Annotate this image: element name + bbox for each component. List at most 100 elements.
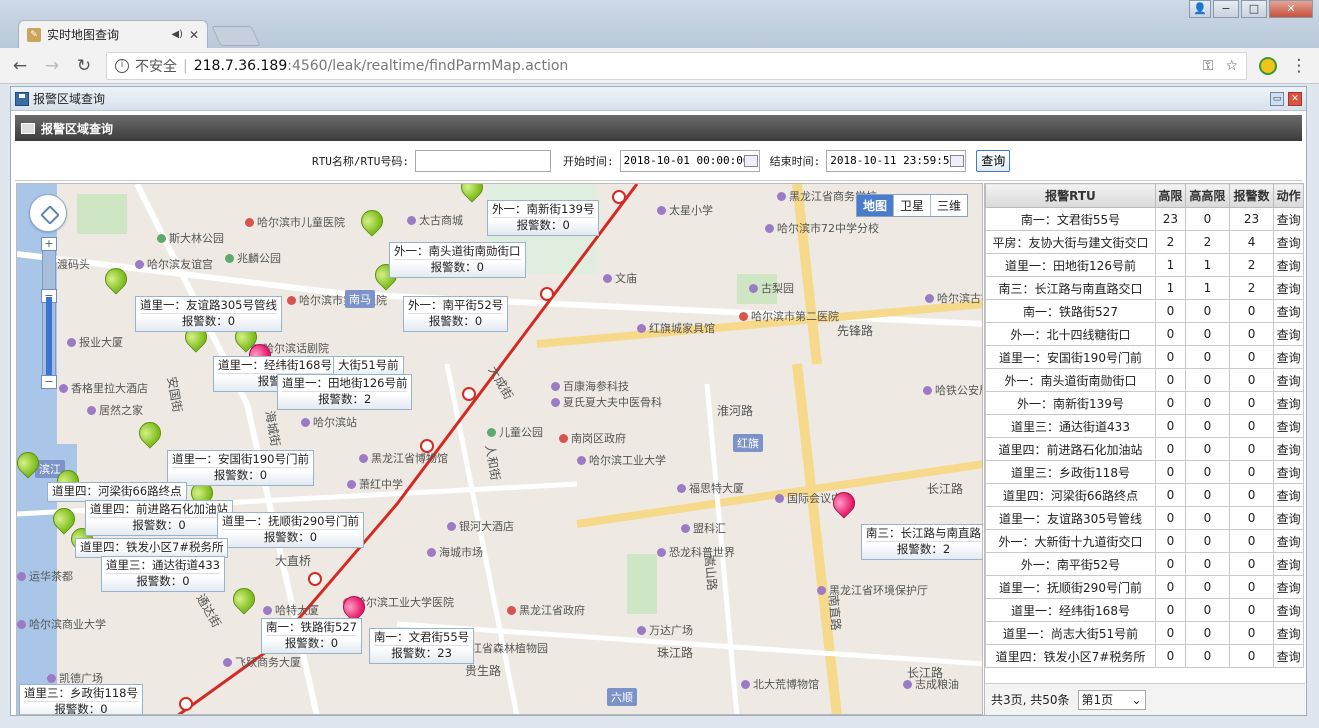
forward-icon[interactable]: → <box>42 56 62 76</box>
query-action-link[interactable]: 查询 <box>1273 621 1304 645</box>
close-icon[interactable]: ✕ <box>1288 91 1302 106</box>
map-type-3d[interactable]: 三维 <box>931 195 967 216</box>
rtu-info-tooltip[interactable]: 道里一：抚顺街290号门前 报警数：0 <box>217 512 364 548</box>
map-canvas[interactable]: 太古商城 哈尔滨市儿童医院 斯大林公园 哈尔滨友谊宫 兆麟公园 哈尔滨市第一医院 报业大厦哈… <box>16 183 983 715</box>
rtu-input[interactable] <box>414 149 551 172</box>
map-place-label: 黑龙江省政府 <box>507 602 585 618</box>
query-action-link[interactable]: 查询 <box>1273 483 1304 507</box>
calendar-icon[interactable] <box>743 154 758 167</box>
alarm-rtu-panel: 报警RTU 高限 高高限 报警数 动作 南一：文君街55号 23 0 23 查询 平房：友协大街与… <box>984 183 1305 715</box>
zoom-slider[interactable]: + − − <box>41 237 57 389</box>
rtu-marker-icon[interactable] <box>17 447 44 482</box>
user-icon[interactable]: 👤 <box>1189 0 1211 18</box>
page-select[interactable]: 第1页 ⌄ <box>1077 689 1146 710</box>
query-action-link[interactable]: 查询 <box>1273 299 1304 323</box>
table-cell: 2 <box>1155 230 1186 254</box>
rtu-info-tooltip[interactable]: 道里一：田地街126号前 报警数：2 <box>277 374 413 410</box>
query-action-link[interactable]: 查询 <box>1273 391 1304 415</box>
pan-control-icon[interactable] <box>29 194 67 232</box>
rtu-info-tooltip[interactable]: 道里三：乡政街118号 报警数：0 <box>19 684 143 714</box>
rtu-info-tooltip[interactable]: 南一：文君街55号 报警数：23 <box>369 628 475 664</box>
end-time-input[interactable] <box>826 149 967 172</box>
tooltip-rtu-name: 道里一：友谊路305号管线 <box>140 298 277 312</box>
bookmark-star-icon[interactable]: ☆ <box>1225 58 1238 74</box>
rtu-marker-icon[interactable] <box>100 263 132 298</box>
query-action-link[interactable]: 查询 <box>1273 552 1304 576</box>
rtu-info-tooltip[interactable]: 道里一：安国街190号门前 报警数：0 <box>167 450 314 486</box>
rtu-info-tooltip[interactable]: 外一：南新街139号 报警数：0 <box>487 200 600 236</box>
query-action-link[interactable]: 查询 <box>1273 322 1304 346</box>
minimize-button[interactable]: − <box>1213 0 1239 18</box>
query-action-link[interactable]: 查询 <box>1273 644 1304 668</box>
query-action-link[interactable]: 查询 <box>1273 437 1304 461</box>
query-button[interactable]: 查询 <box>976 149 1011 172</box>
table-cell: 0 <box>1228 322 1275 346</box>
tooltip-rtu-name: 道里一：经纬街168号 <box>218 358 332 372</box>
table-cell: 2 <box>1184 230 1230 254</box>
rtu-marker-icon[interactable] <box>228 583 260 618</box>
rtu-info-tooltip[interactable]: 道里一：友谊路305号管线 报警数：0 <box>135 296 282 332</box>
table-cell: 0 <box>1155 437 1186 461</box>
query-action-link[interactable]: 查询 <box>1273 414 1304 438</box>
tooltip-alarm-count: 报警数：0 <box>394 259 521 275</box>
query-action-link[interactable]: 查询 <box>1273 207 1304 231</box>
alarm-marker-icon[interactable] <box>828 487 860 522</box>
query-action-link[interactable]: 查询 <box>1273 506 1304 530</box>
extension-icon[interactable] <box>1259 56 1277 75</box>
map-type-satellite[interactable]: 卫星 <box>894 195 931 216</box>
table-cell: 0 <box>1155 529 1186 553</box>
menu-kebab-icon[interactable]: ⋮ <box>1289 56 1309 76</box>
rtu-info-tooltip[interactable]: 外一：南平街52号 报警数：0 <box>403 296 509 332</box>
url-field[interactable]: i 不安全 | 218.7.36.189:4560/leak/realtime/… <box>106 51 1247 80</box>
query-action-link[interactable]: 查询 <box>1273 230 1304 254</box>
back-icon[interactable]: ← <box>10 56 30 76</box>
tab-close-icon[interactable]: ✕ <box>189 28 199 42</box>
rtu-marker-icon[interactable] <box>134 417 166 452</box>
tooltip-rtu-name: 外一：南头道街南勋街口 <box>394 244 521 258</box>
key-icon[interactable]: ⚿ <box>1203 58 1214 74</box>
map-place-label: 文庙 <box>603 270 637 286</box>
rtu-marker-icon[interactable] <box>456 184 488 206</box>
table-row: 道里四：前进路石化加油站 0 0 0 查询 <box>985 437 1304 461</box>
map-place-label: 古梨园 <box>749 280 794 296</box>
table-cell: 外一：南新街139号 <box>985 391 1156 415</box>
rtu-marker-icon[interactable] <box>356 205 388 240</box>
restore-icon[interactable]: ▭ <box>1270 91 1284 106</box>
query-action-link[interactable]: 查询 <box>1273 368 1304 392</box>
query-action-link[interactable]: 查询 <box>1273 460 1304 484</box>
query-action-link[interactable]: 查询 <box>1273 345 1304 369</box>
query-action-link[interactable]: 查询 <box>1273 598 1304 622</box>
rtu-info-tooltip[interactable]: 道里四：河梁街66路终点 <box>47 482 187 502</box>
tab-audio-icon[interactable]: ◀) <box>171 29 183 40</box>
new-tab-button[interactable] <box>211 26 261 46</box>
query-action-link[interactable]: 查询 <box>1273 529 1304 553</box>
close-window-button[interactable]: ✕ <box>1269 0 1313 18</box>
table-cell: 南一：文君街55号 <box>985 207 1156 231</box>
map-type-map[interactable]: 地图 <box>856 195 894 216</box>
browser-tab[interactable]: ✎ 实时地图查询 ◀) ✕ <box>18 20 208 48</box>
start-time-input[interactable] <box>619 149 760 172</box>
zoom-out-button[interactable]: − <box>41 375 57 389</box>
park-area <box>627 554 657 614</box>
rtu-info-tooltip[interactable]: 南一：铁路街527 报警数：0 <box>261 618 362 654</box>
maximize-button[interactable]: □ <box>1241 0 1267 18</box>
map-place-label: 南岗区政府 <box>559 430 626 446</box>
rtu-info-tooltip[interactable]: 道里四：前进路石化加油站 报警数：0 <box>85 500 233 536</box>
rtu-info-tooltip[interactable]: 道里三：通达街道433 报警数：0 <box>101 556 225 592</box>
reload-icon[interactable]: ↻ <box>74 56 94 76</box>
info-icon[interactable]: i <box>115 58 129 73</box>
pager: 共3页, 共50条 第1页 ⌄ <box>985 683 1305 715</box>
query-action-link[interactable]: 查询 <box>1273 253 1304 277</box>
tooltip-alarm-count: 报警数：0 <box>492 217 595 233</box>
rtu-info-tooltip[interactable]: 外一：南头道街南勋街口 报警数：0 <box>389 242 526 278</box>
calendar-icon[interactable] <box>950 154 965 167</box>
map-zoom-control[interactable]: + − − <box>29 194 67 389</box>
map-type-switch[interactable]: 地图 卫星 三维 <box>855 194 968 217</box>
query-action-link[interactable]: 查询 <box>1273 575 1304 599</box>
query-action-link[interactable]: 查询 <box>1273 276 1304 300</box>
rtu-info-tooltip[interactable]: 道里四：铁发小区7#税务所 <box>75 538 229 558</box>
zoom-in-button[interactable]: + <box>41 237 57 251</box>
rtu-info-tooltip[interactable]: 大街51号前 <box>333 356 404 376</box>
start-time-label: 开始时间: <box>562 154 614 168</box>
rtu-info-tooltip[interactable]: 南三：长江路与南直路 报警数：2 <box>861 524 982 560</box>
